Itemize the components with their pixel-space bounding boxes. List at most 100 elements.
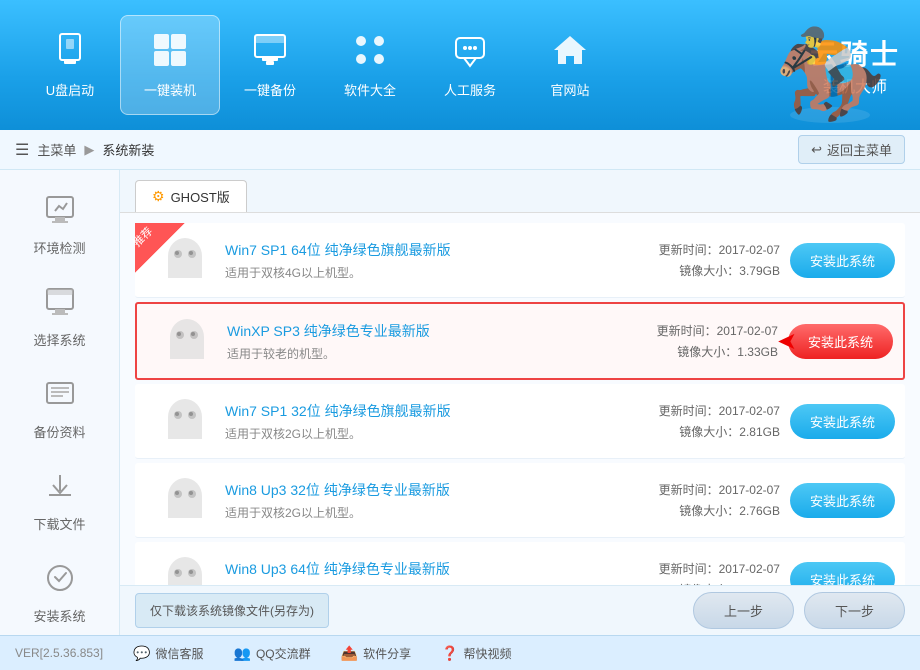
env-check-sidebar-label: 环境检测 [33,238,85,257]
one-key-install-label: 一键装机 [144,80,196,99]
software-share[interactable]: 📤 软件分享 [341,645,411,662]
system-name-2[interactable]: WinXP SP3 纯净绿色专业最新版 [227,321,608,341]
install-button-2[interactable]: 安装此系统 [788,324,893,359]
nav-item-usb-boot[interactable]: U盘启动 [20,15,120,115]
system-meta-5: 更新时间：2017-02-07 镜像大小：3.45GB [610,560,780,585]
system-desc-2: 适用于较老的机型。 [227,345,608,362]
sidebar-item-select-system[interactable]: 选择系统 [0,272,119,364]
system-desc-1: 适用于双核4G以上机型。 [225,264,610,281]
ghost-icon-svg [163,397,207,445]
download-only-button[interactable]: 仅下载该系统镜像文件(另存为) [135,593,329,628]
prev-button[interactable]: 上一步 [693,592,794,629]
ghost-icon-2 [162,316,212,366]
ghost-icon-svg [163,555,207,585]
update-time-3: 更新时间：2017-02-07 [659,402,780,419]
backup-data-sidebar-icon [45,379,75,416]
system-item-2: WinXP SP3 纯净绿色专业最新版 适用于较老的机型。 更新时间：2017-… [135,302,905,380]
next-button[interactable]: 下一步 [804,592,905,629]
system-item-5: Win8 Up3 64位 纯净绿色专业最新版 适用于双核4G以上机型。 更新时间… [135,542,905,585]
content-area: ⚙ GHOST版 推荐 Win7 SP1 64位 纯净绿色旗舰最新版 适用于双核… [120,170,920,635]
system-info-3: Win7 SP1 32位 纯净绿色旗舰最新版 适用于双核2G以上机型。 [225,401,610,442]
system-item-4: Win8 Up3 32位 纯净绿色专业最新版 适用于双核2G以上机型。 更新时间… [135,463,905,538]
ghost-tab-label: GHOST版 [171,187,230,206]
select-system-sidebar-icon [45,287,75,324]
back-label: 返回主菜单 [827,140,892,159]
nav-item-software-center[interactable]: 软件大全 [320,15,420,115]
system-desc-4: 适用于双核2G以上机型。 [225,504,610,521]
backup-icon [252,32,288,68]
breadcrumb: ☰ 主菜单 ▶ 系统新装 [15,140,154,160]
breadcrumb-bar: ☰ 主菜单 ▶ 系统新装 ↩ 返回主菜单 [0,130,920,170]
version-label: VER[2.5.36.853] [15,646,103,660]
main-layout: 环境检测选择系统备份资料下载文件安装系统 ⚙ GHOST版 推荐 Win7 SP… [0,170,920,635]
sidebar-item-backup-data[interactable]: 备份资料 [0,364,119,456]
nav-item-manual-service[interactable]: 人工服务 [420,15,520,115]
one-key-install-icon [152,32,188,74]
install-button-3[interactable]: 安装此系统 [790,404,895,439]
system-meta-2: 更新时间：2017-02-07 镜像大小：1.33GB [608,322,778,360]
system-name-4[interactable]: Win8 Up3 32位 纯净绿色专业最新版 [225,480,610,500]
qq-icon: 👥 [234,645,251,662]
recommend-text: 推荐 [125,221,156,252]
image-size-5: 镜像大小：3.45GB [679,581,780,585]
ghost-icon-svg [165,317,209,365]
share-icon: 📤 [341,645,358,662]
share-label: 软件分享 [363,645,411,662]
usb-boot-label: U盘启动 [46,80,94,99]
qq-label: QQ交流群 [256,645,311,662]
update-time-2: 更新时间：2017-02-07 [657,322,778,339]
usb-icon [52,32,88,68]
wechat-service[interactable]: 💬 微信客服 [133,645,203,662]
tab-ghost[interactable]: ⚙ GHOST版 [135,180,247,212]
manual-service-icon [452,32,488,74]
ghost-icon-1 [160,235,210,285]
ghost-tab-icon: ⚙ [152,188,165,205]
system-name-1[interactable]: Win7 SP1 64位 纯净绿色旗舰最新版 [225,240,610,260]
nav-item-official-site[interactable]: 官网站 [520,15,620,115]
install-system-sidebar-icon [45,563,75,600]
image-size-1: 镜像大小：3.79GB [679,262,780,279]
software-center-icon [352,32,388,74]
install-button-1[interactable]: 安装此系统 [790,243,895,278]
sidebar: 环境检测选择系统备份资料下载文件安装系统 [0,170,120,635]
home-icon [552,32,588,68]
one-key-backup-label: 一键备份 [244,80,296,99]
sidebar-item-env-check[interactable]: 环境检测 [0,180,119,272]
image-size-4: 镜像大小：2.76GB [679,502,780,519]
status-bar: VER[2.5.36.853] 💬 微信客服 👥 QQ交流群 📤 软件分享 ❓ … [0,635,920,670]
nav-item-one-key-backup[interactable]: 一键备份 [220,15,320,115]
official-site-label: 官网站 [550,80,589,99]
install-button-5[interactable]: 安装此系统 [790,562,895,586]
image-size-3: 镜像大小：2.81GB [679,423,780,440]
help-video[interactable]: ❓ 帮快视频 [441,645,511,662]
knight-logo-svg: 🏇 [775,5,885,125]
ghost-icon-3 [160,396,210,446]
service-icon [452,32,488,68]
download-file-sidebar-label: 下载文件 [33,514,85,533]
image-size-2: 镜像大小：1.33GB [677,343,778,360]
download-file-sidebar-icon [45,471,75,508]
header-nav: U盘启动 一键装机 一键备份 软件大全 人工服务官网站 [20,15,810,115]
install-button-4[interactable]: 安装此系统 [790,483,895,518]
system-info-2: WinXP SP3 纯净绿色专业最新版 适用于较老的机型。 [227,321,608,362]
back-button[interactable]: ↩ 返回主菜单 [798,135,905,164]
system-name-5[interactable]: Win8 Up3 64位 纯净绿色专业最新版 [225,559,610,579]
header: U盘启动一键装机一键备份软件大全人工服务官网站 云骑士 装机大师 🏇 [0,0,920,130]
breadcrumb-home[interactable]: 主菜单 [37,140,76,159]
qq-group[interactable]: 👥 QQ交流群 [234,645,311,662]
breadcrumb-menu-icon: ☰ [15,140,29,160]
ghost-icon-4 [160,475,210,525]
nav-item-one-key-install[interactable]: 一键装机 [120,15,220,115]
software-center-label: 软件大全 [344,80,396,99]
update-time-4: 更新时间：2017-02-07 [659,481,780,498]
wechat-icon: 💬 [133,645,150,662]
system-name-3[interactable]: Win7 SP1 32位 纯净绿色旗舰最新版 [225,401,610,421]
sidebar-item-download-file[interactable]: 下载文件 [0,456,119,548]
system-item-3: Win7 SP1 32位 纯净绿色旗舰最新版 适用于双核2G以上机型。 更新时间… [135,384,905,459]
system-desc-5: 适用于双核4G以上机型。 [225,583,610,586]
wechat-label: 微信客服 [156,645,204,662]
breadcrumb-separator: ▶ [84,142,94,158]
sidebar-item-install-system[interactable]: 安装系统 [0,548,119,640]
help-icon: ❓ [441,645,458,662]
official-site-icon [552,32,588,74]
